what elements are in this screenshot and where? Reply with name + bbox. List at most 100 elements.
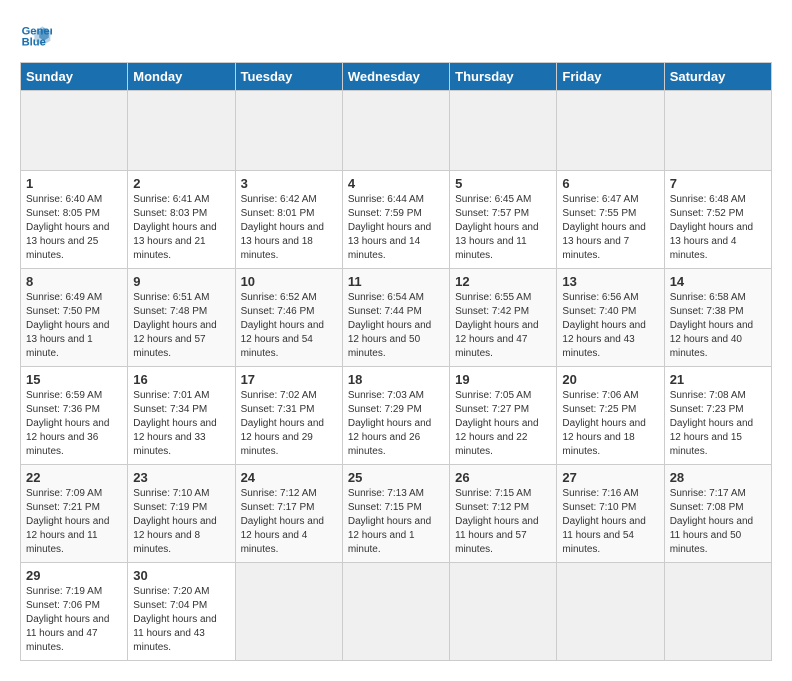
day-detail: Sunrise: 7:15 AM Sunset: 7:12 PM Dayligh… (455, 487, 551, 557)
page-header: General Blue (20, 20, 772, 52)
day-number: 9 (133, 274, 229, 289)
day-detail: Sunrise: 7:09 AM Sunset: 7:21 PM Dayligh… (26, 487, 122, 557)
calendar-cell: 1 Sunrise: 6:40 AM Sunset: 8:05 PM Dayli… (21, 171, 128, 269)
day-number: 10 (241, 274, 337, 289)
day-detail: Sunrise: 6:58 AM Sunset: 7:38 PM Dayligh… (670, 291, 766, 361)
day-number: 17 (241, 372, 337, 387)
calendar-cell: 25 Sunrise: 7:13 AM Sunset: 7:15 PM Dayl… (342, 465, 449, 563)
calendar-cell: 13 Sunrise: 6:56 AM Sunset: 7:40 PM Dayl… (557, 269, 664, 367)
day-detail: Sunrise: 6:41 AM Sunset: 8:03 PM Dayligh… (133, 193, 229, 263)
day-number: 12 (455, 274, 551, 289)
day-detail: Sunrise: 6:49 AM Sunset: 7:50 PM Dayligh… (26, 291, 122, 361)
calendar-cell: 12 Sunrise: 6:55 AM Sunset: 7:42 PM Dayl… (450, 269, 557, 367)
calendar-cell (664, 91, 771, 171)
day-number: 5 (455, 176, 551, 191)
day-number: 4 (348, 176, 444, 191)
day-detail: Sunrise: 7:12 AM Sunset: 7:17 PM Dayligh… (241, 487, 337, 557)
calendar-cell (128, 91, 235, 171)
calendar-cell (450, 91, 557, 171)
calendar-cell: 22 Sunrise: 7:09 AM Sunset: 7:21 PM Dayl… (21, 465, 128, 563)
day-number: 16 (133, 372, 229, 387)
day-number: 2 (133, 176, 229, 191)
day-detail: Sunrise: 6:47 AM Sunset: 7:55 PM Dayligh… (562, 193, 658, 263)
calendar-cell (342, 91, 449, 171)
day-detail: Sunrise: 6:45 AM Sunset: 7:57 PM Dayligh… (455, 193, 551, 263)
calendar-cell: 11 Sunrise: 6:54 AM Sunset: 7:44 PM Dayl… (342, 269, 449, 367)
week-row-3: 15 Sunrise: 6:59 AM Sunset: 7:36 PM Dayl… (21, 367, 772, 465)
calendar-cell: 27 Sunrise: 7:16 AM Sunset: 7:10 PM Dayl… (557, 465, 664, 563)
day-detail: Sunrise: 7:19 AM Sunset: 7:06 PM Dayligh… (26, 585, 122, 655)
col-thursday: Thursday (450, 63, 557, 91)
day-number: 11 (348, 274, 444, 289)
calendar-cell: 19 Sunrise: 7:05 AM Sunset: 7:27 PM Dayl… (450, 367, 557, 465)
day-number: 14 (670, 274, 766, 289)
day-number: 19 (455, 372, 551, 387)
col-sunday: Sunday (21, 63, 128, 91)
calendar-cell: 2 Sunrise: 6:41 AM Sunset: 8:03 PM Dayli… (128, 171, 235, 269)
day-detail: Sunrise: 6:48 AM Sunset: 7:52 PM Dayligh… (670, 193, 766, 263)
calendar-cell: 6 Sunrise: 6:47 AM Sunset: 7:55 PM Dayli… (557, 171, 664, 269)
day-number: 23 (133, 470, 229, 485)
day-number: 27 (562, 470, 658, 485)
logo: General Blue (20, 20, 56, 52)
day-detail: Sunrise: 7:06 AM Sunset: 7:25 PM Dayligh… (562, 389, 658, 459)
col-wednesday: Wednesday (342, 63, 449, 91)
day-detail: Sunrise: 6:55 AM Sunset: 7:42 PM Dayligh… (455, 291, 551, 361)
day-detail: Sunrise: 7:03 AM Sunset: 7:29 PM Dayligh… (348, 389, 444, 459)
day-detail: Sunrise: 7:17 AM Sunset: 7:08 PM Dayligh… (670, 487, 766, 557)
calendar-cell: 16 Sunrise: 7:01 AM Sunset: 7:34 PM Dayl… (128, 367, 235, 465)
week-row-0 (21, 91, 772, 171)
day-detail: Sunrise: 6:44 AM Sunset: 7:59 PM Dayligh… (348, 193, 444, 263)
day-detail: Sunrise: 7:20 AM Sunset: 7:04 PM Dayligh… (133, 585, 229, 655)
week-row-4: 22 Sunrise: 7:09 AM Sunset: 7:21 PM Dayl… (21, 465, 772, 563)
day-number: 26 (455, 470, 551, 485)
day-number: 6 (562, 176, 658, 191)
col-friday: Friday (557, 63, 664, 91)
calendar-cell: 18 Sunrise: 7:03 AM Sunset: 7:29 PM Dayl… (342, 367, 449, 465)
day-detail: Sunrise: 7:01 AM Sunset: 7:34 PM Dayligh… (133, 389, 229, 459)
day-detail: Sunrise: 6:59 AM Sunset: 7:36 PM Dayligh… (26, 389, 122, 459)
calendar-cell: 23 Sunrise: 7:10 AM Sunset: 7:19 PM Dayl… (128, 465, 235, 563)
calendar-cell (235, 91, 342, 171)
day-number: 24 (241, 470, 337, 485)
calendar-cell: 9 Sunrise: 6:51 AM Sunset: 7:48 PM Dayli… (128, 269, 235, 367)
calendar-cell: 28 Sunrise: 7:17 AM Sunset: 7:08 PM Dayl… (664, 465, 771, 563)
day-detail: Sunrise: 6:56 AM Sunset: 7:40 PM Dayligh… (562, 291, 658, 361)
day-number: 13 (562, 274, 658, 289)
day-detail: Sunrise: 6:51 AM Sunset: 7:48 PM Dayligh… (133, 291, 229, 361)
col-monday: Monday (128, 63, 235, 91)
calendar-table: Sunday Monday Tuesday Wednesday Thursday… (20, 62, 772, 661)
day-detail: Sunrise: 7:16 AM Sunset: 7:10 PM Dayligh… (562, 487, 658, 557)
day-detail: Sunrise: 6:52 AM Sunset: 7:46 PM Dayligh… (241, 291, 337, 361)
calendar-cell: 15 Sunrise: 6:59 AM Sunset: 7:36 PM Dayl… (21, 367, 128, 465)
day-number: 22 (26, 470, 122, 485)
day-detail: Sunrise: 7:05 AM Sunset: 7:27 PM Dayligh… (455, 389, 551, 459)
calendar-cell: 3 Sunrise: 6:42 AM Sunset: 8:01 PM Dayli… (235, 171, 342, 269)
day-number: 7 (670, 176, 766, 191)
calendar-cell: 8 Sunrise: 6:49 AM Sunset: 7:50 PM Dayli… (21, 269, 128, 367)
calendar-cell: 10 Sunrise: 6:52 AM Sunset: 7:46 PM Dayl… (235, 269, 342, 367)
day-detail: Sunrise: 6:54 AM Sunset: 7:44 PM Dayligh… (348, 291, 444, 361)
day-number: 30 (133, 568, 229, 583)
calendar-cell: 7 Sunrise: 6:48 AM Sunset: 7:52 PM Dayli… (664, 171, 771, 269)
calendar-cell: 14 Sunrise: 6:58 AM Sunset: 7:38 PM Dayl… (664, 269, 771, 367)
header-row: Sunday Monday Tuesday Wednesday Thursday… (21, 63, 772, 91)
calendar-cell: 17 Sunrise: 7:02 AM Sunset: 7:31 PM Dayl… (235, 367, 342, 465)
calendar-cell: 20 Sunrise: 7:06 AM Sunset: 7:25 PM Dayl… (557, 367, 664, 465)
day-number: 21 (670, 372, 766, 387)
week-row-2: 8 Sunrise: 6:49 AM Sunset: 7:50 PM Dayli… (21, 269, 772, 367)
col-saturday: Saturday (664, 63, 771, 91)
day-detail: Sunrise: 7:13 AM Sunset: 7:15 PM Dayligh… (348, 487, 444, 557)
day-detail: Sunrise: 6:42 AM Sunset: 8:01 PM Dayligh… (241, 193, 337, 263)
calendar-cell (21, 91, 128, 171)
calendar-cell: 21 Sunrise: 7:08 AM Sunset: 7:23 PM Dayl… (664, 367, 771, 465)
day-detail: Sunrise: 7:02 AM Sunset: 7:31 PM Dayligh… (241, 389, 337, 459)
day-number: 3 (241, 176, 337, 191)
logo-icon: General Blue (20, 20, 52, 52)
day-number: 25 (348, 470, 444, 485)
calendar-cell: 5 Sunrise: 6:45 AM Sunset: 7:57 PM Dayli… (450, 171, 557, 269)
day-detail: Sunrise: 7:10 AM Sunset: 7:19 PM Dayligh… (133, 487, 229, 557)
calendar-cell (557, 91, 664, 171)
col-tuesday: Tuesday (235, 63, 342, 91)
day-number: 15 (26, 372, 122, 387)
